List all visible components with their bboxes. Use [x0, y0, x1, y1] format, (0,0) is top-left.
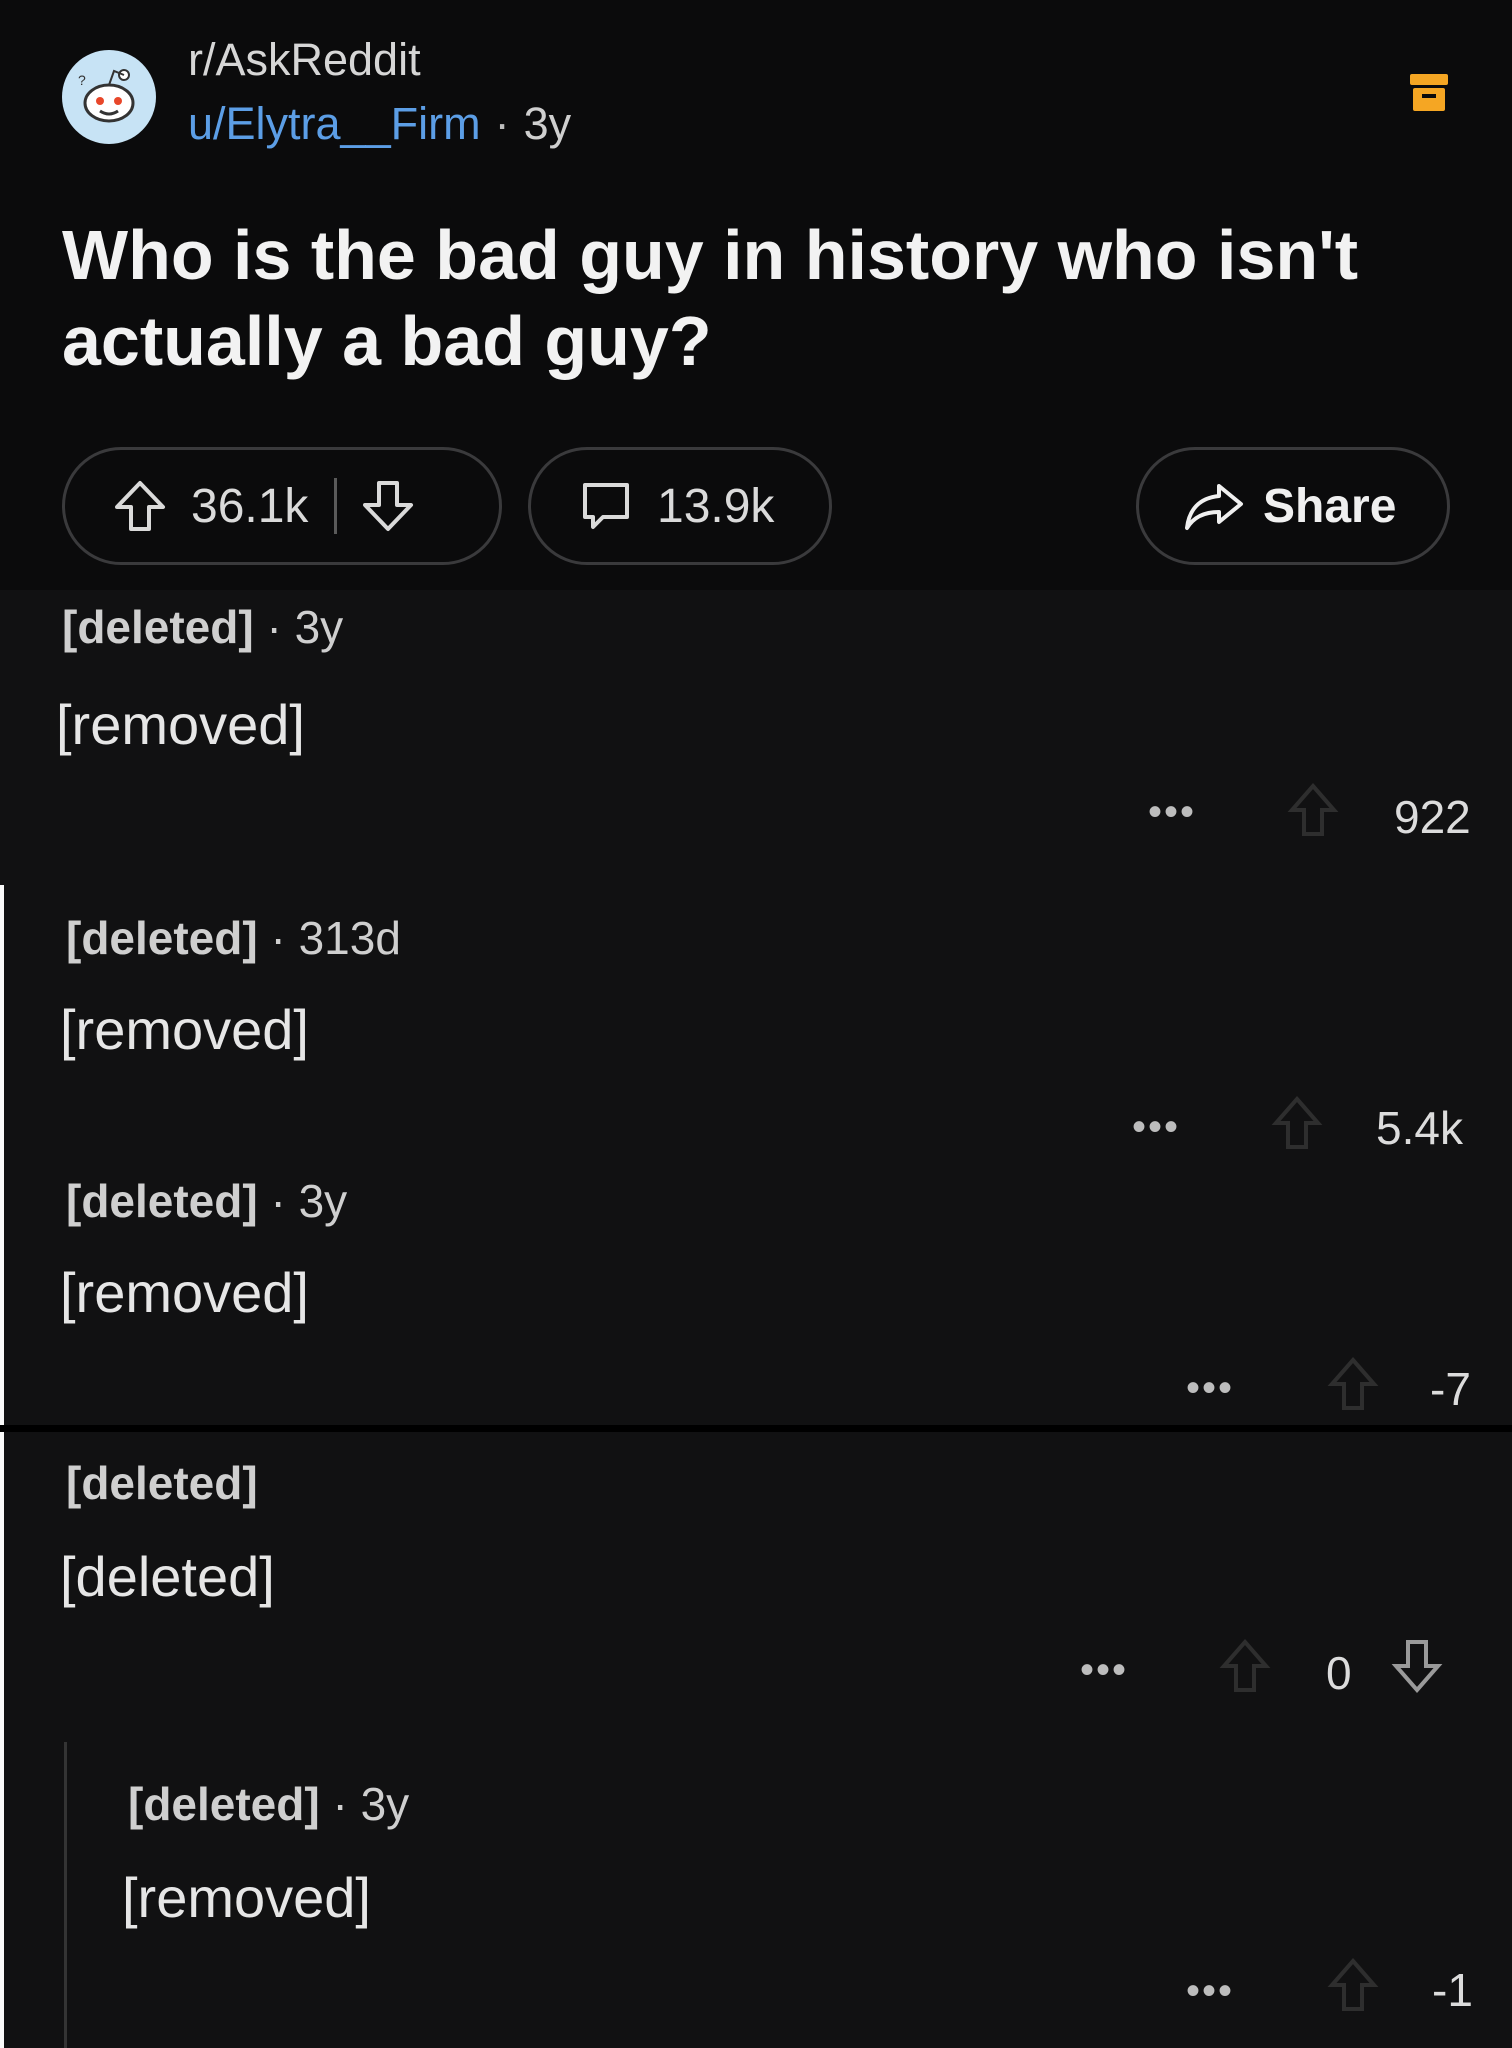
share-label: Share	[1263, 479, 1397, 533]
post-title[interactable]: Who is the bad guy in history who isn't …	[62, 212, 1422, 384]
comment-age: 313d	[298, 912, 401, 964]
comment-score: 5.4k	[1376, 1102, 1463, 1154]
share-icon	[1185, 484, 1243, 530]
comment-age: 3y	[298, 1175, 348, 1227]
snoo-icon: ?	[78, 69, 135, 123]
comment-body: [removed]	[56, 693, 305, 756]
comment-meta: [deleted] · 3y	[66, 1174, 347, 1228]
comment-score: -1	[1432, 1964, 1473, 2016]
comment-2: [deleted] · 313d [removed] ••• 5.4k	[0, 895, 1512, 1154]
comment-score: 922	[1394, 791, 1471, 843]
comments-button[interactable]: 13.9k	[528, 447, 832, 565]
comment-icon	[583, 483, 629, 529]
subreddit-name[interactable]: r/AskReddit	[188, 34, 421, 86]
more-options-icon[interactable]: •••	[1132, 1105, 1180, 1150]
upvote-icon[interactable]	[1326, 1955, 1380, 2015]
vote-divider	[334, 478, 338, 534]
vote-bar: 36.1k	[62, 447, 502, 565]
meta-separator: ·	[494, 98, 510, 149]
upvote-icon[interactable]	[1326, 1354, 1380, 1414]
share-button[interactable]: Share	[1136, 447, 1450, 565]
archive-icon	[1410, 74, 1448, 111]
comment-meta: [deleted]	[66, 1456, 258, 1510]
comment-author: [deleted]	[66, 912, 258, 964]
comment-count: 13.9k	[657, 479, 775, 533]
comment-score: -7	[1430, 1363, 1471, 1415]
comment-3: [deleted] · 3y [removed] ••• -7	[0, 1158, 1512, 1420]
comment-body: [removed]	[122, 1866, 371, 1929]
upvote-icon[interactable]	[1270, 1093, 1324, 1153]
comment-meta: [deleted] · 313d	[66, 911, 401, 965]
meta-separator: ·	[253, 601, 295, 653]
snoo-avatar[interactable]: ?	[62, 50, 156, 144]
comment-age: 3y	[360, 1778, 410, 1830]
comment-age: 3y	[294, 601, 344, 653]
svg-text:?: ?	[78, 72, 86, 88]
comment-body: [deleted]	[60, 1545, 275, 1608]
comment-meta: [deleted] · 3y	[128, 1777, 409, 1831]
comment-author: [deleted]	[62, 601, 254, 653]
upvote-icon[interactable]	[1286, 780, 1340, 840]
meta-separator: ·	[319, 1778, 361, 1830]
comment-author: [deleted]	[66, 1457, 258, 1509]
more-options-icon[interactable]: •••	[1080, 1648, 1128, 1693]
comment-body: [removed]	[60, 998, 309, 1061]
comment-meta: [deleted] · 3y	[62, 600, 343, 654]
upvote-icon[interactable]	[1218, 1636, 1272, 1696]
downvote-icon[interactable]	[1390, 1636, 1444, 1696]
post-header: ? r/AskReddit u/Elytra__Firm · 3y Who is t…	[0, 0, 1512, 590]
post-age: 3y	[523, 98, 572, 149]
more-options-icon[interactable]: •••	[1186, 1969, 1234, 2014]
meta-separator: ·	[257, 1175, 299, 1227]
meta-separator: ·	[257, 912, 299, 964]
comment-author: [deleted]	[128, 1778, 320, 1830]
upvote-count: 36.1k	[191, 479, 309, 533]
comment-1: [deleted] · 3y [removed] ••• 922	[0, 590, 1512, 882]
comment-4: [deleted] [deleted] ••• 0	[0, 1440, 1512, 1740]
comment-author: [deleted]	[66, 1175, 258, 1227]
more-options-icon[interactable]: •••	[1186, 1366, 1234, 1411]
comment-score: 0	[1326, 1647, 1352, 1699]
more-options-icon[interactable]: •••	[1148, 790, 1196, 835]
author-name[interactable]: u/Elytra__Firm	[188, 98, 481, 149]
section-divider	[0, 1425, 1512, 1432]
comment-body: [removed]	[60, 1261, 309, 1324]
upvote-icon[interactable]	[111, 477, 169, 535]
comment-5-reply: [deleted] · 3y [removed] ••• -1	[0, 1755, 1512, 2048]
downvote-icon[interactable]	[359, 477, 417, 535]
author-line: u/Elytra__Firm · 3y	[188, 98, 571, 150]
